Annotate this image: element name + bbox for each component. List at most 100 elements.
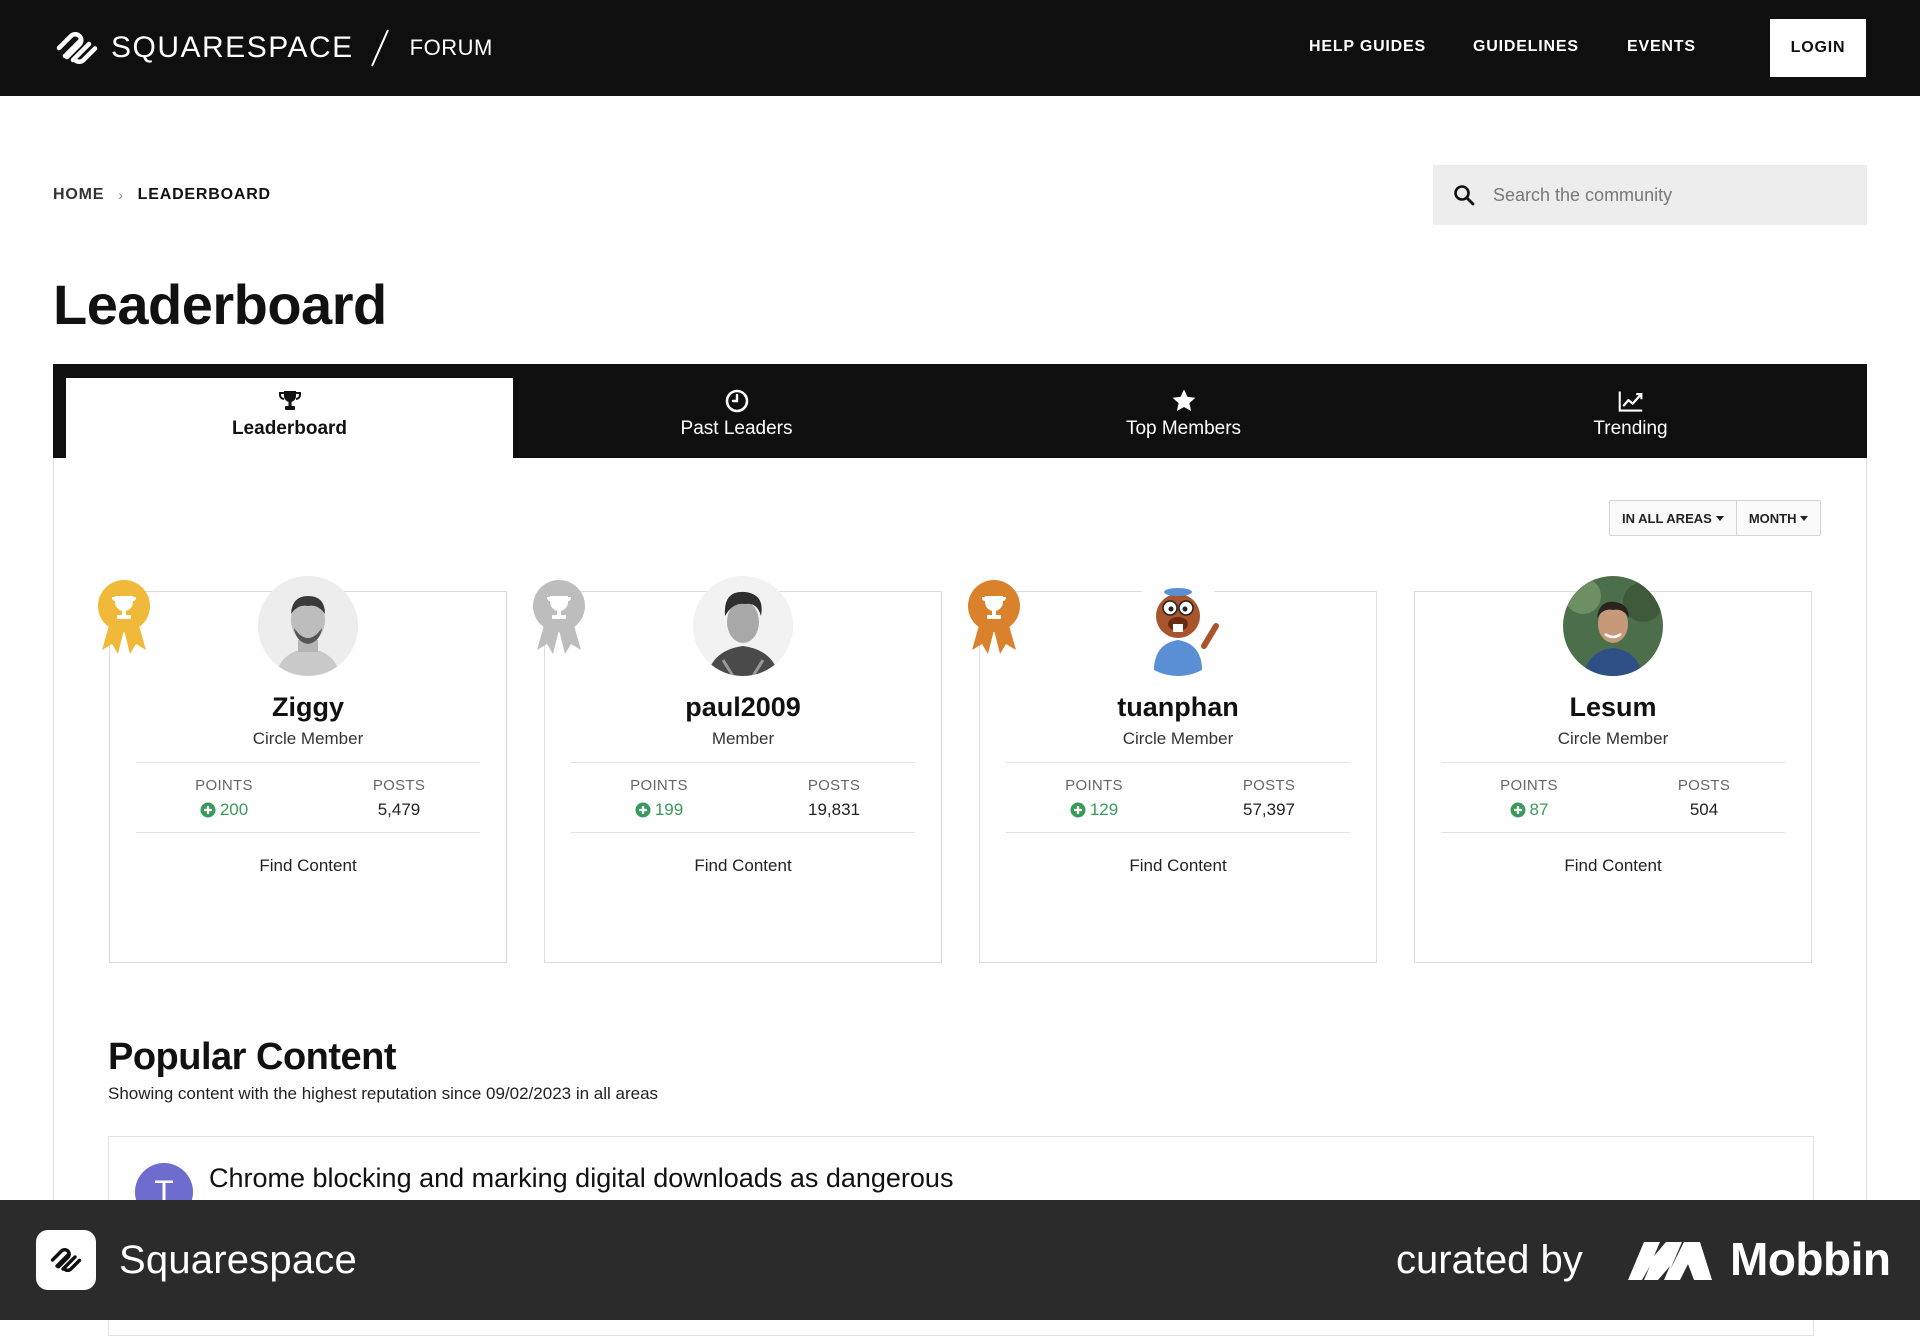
- divider: [1441, 832, 1785, 833]
- posts-value: 57,397: [1243, 800, 1295, 819]
- period-filter-dropdown[interactable]: MONTH: [1735, 501, 1821, 535]
- find-content-link[interactable]: Find Content: [980, 856, 1376, 876]
- divider: [136, 832, 480, 833]
- divider: [1441, 762, 1785, 763]
- gold-medal-icon: [98, 580, 150, 654]
- points-label: POINTS: [1065, 777, 1123, 794]
- tab-label: Top Members: [1125, 418, 1242, 439]
- posts-label: POSTS: [807, 777, 861, 794]
- tab-top-members[interactable]: Top Members: [960, 378, 1407, 458]
- area-filter-label: IN ALL AREAS: [1622, 510, 1712, 526]
- mobbin-logo-icon: [1628, 1242, 1712, 1280]
- divider: [571, 762, 915, 763]
- divider: [571, 832, 915, 833]
- member-name[interactable]: Lesum: [1415, 692, 1811, 723]
- posts-value: 5,479: [377, 800, 421, 819]
- avatar[interactable]: [1563, 576, 1663, 676]
- leader-card: tuanphan Circle Member POINTS 129 POSTS …: [968, 576, 1377, 963]
- avatar-image: [258, 576, 358, 676]
- divider: [136, 762, 480, 763]
- silver-medal-icon: [533, 580, 585, 654]
- plus-circle-icon: [1070, 802, 1086, 818]
- trending-chart-icon: [1618, 391, 1642, 412]
- tab-trending[interactable]: Trending: [1407, 378, 1854, 458]
- avatar[interactable]: [693, 576, 793, 676]
- points-stat: POINTS 199: [589, 777, 729, 820]
- mobbin-wordmark: Mobbin: [1730, 1233, 1891, 1285]
- member-role: Member: [711, 729, 775, 748]
- leader-card: paul2009 Member POINTS 199 POSTS 19,831 …: [533, 576, 942, 963]
- member-name[interactable]: tuanphan: [980, 692, 1376, 723]
- points-label: POINTS: [630, 777, 688, 794]
- avatar[interactable]: [1128, 576, 1228, 676]
- member-name[interactable]: Ziggy: [110, 692, 506, 723]
- points-stat: POINTS 129: [1024, 777, 1164, 820]
- avatar-image: [693, 576, 793, 676]
- avatar[interactable]: [258, 576, 358, 676]
- bronze-medal-icon: [968, 580, 1020, 654]
- leaderboard-tabs: Leaderboard Past Leaders Top Members Tre…: [53, 364, 1867, 458]
- tab-label: Past Leaders: [680, 418, 793, 439]
- star-icon: [1172, 389, 1195, 411]
- leader-card: Ziggy Circle Member POINTS 200 POSTS 5,4…: [98, 576, 507, 963]
- curated-footer-bar: Squarespace curated by Mobbin: [0, 1200, 1920, 1320]
- squarespace-app-icon: [36, 1230, 96, 1290]
- popular-content-subtitle: Showing content with the highest reputat…: [108, 1084, 659, 1103]
- nav-guidelines[interactable]: GUIDELINES: [1473, 38, 1579, 56]
- points-value: 129: [1089, 800, 1119, 819]
- plus-circle-icon: [1510, 802, 1526, 818]
- member-role: Circle Member: [1122, 729, 1234, 748]
- login-button[interactable]: LOGIN: [1770, 19, 1866, 77]
- area-filter-dropdown[interactable]: IN ALL AREAS: [1610, 501, 1736, 535]
- points-label: POINTS: [1500, 777, 1558, 794]
- nav-events[interactable]: EVENTS: [1627, 38, 1696, 56]
- forum-label: FORUM: [409, 35, 493, 60]
- tab-label: Trending: [1593, 418, 1668, 439]
- divider: [1006, 832, 1350, 833]
- leaderboard-panel: IN ALL AREAS MONTH Ziggy Circle Member P…: [53, 458, 1867, 1336]
- leader-card: Lesum Circle Member POINTS 87 POSTS 504 …: [1414, 576, 1812, 963]
- breadcrumb-home[interactable]: HOME: [53, 186, 104, 204]
- search-box: [1433, 165, 1867, 225]
- nav-help-guides[interactable]: HELP GUIDES: [1309, 38, 1426, 56]
- plus-circle-icon: [635, 802, 651, 818]
- chevron-right-icon: ›: [118, 187, 124, 203]
- squarespace-logo[interactable]: SQUARESPACE FORUM: [53, 28, 493, 68]
- search-input[interactable]: [1493, 184, 1853, 206]
- curated-by-label: curated by: [1396, 1238, 1583, 1282]
- posts-stat: POSTS 5,479: [329, 777, 469, 820]
- member-name[interactable]: paul2009: [545, 692, 941, 723]
- slash-divider: [370, 29, 389, 67]
- posts-stat: POSTS 504: [1634, 777, 1774, 820]
- filter-group: IN ALL AREAS MONTH: [1609, 500, 1822, 536]
- tab-past-leaders[interactable]: Past Leaders: [513, 378, 960, 458]
- squarespace-logo-icon: [50, 1248, 82, 1272]
- post-title-link[interactable]: Chrome blocking and marking digital down…: [209, 1163, 953, 1194]
- find-content-link[interactable]: Find Content: [1415, 856, 1811, 876]
- find-content-link[interactable]: Find Content: [545, 856, 941, 876]
- posts-label: POSTS: [372, 777, 426, 794]
- tab-leaderboard[interactable]: Leaderboard: [66, 378, 513, 458]
- avatar-image: [1563, 576, 1663, 676]
- points-value: 87: [1529, 800, 1549, 819]
- member-role: Circle Member: [252, 729, 364, 748]
- beaver-mascot-image: [1128, 576, 1228, 676]
- brand-wordmark: SQUARESPACE: [111, 31, 354, 64]
- app-name: Squarespace: [119, 1238, 357, 1282]
- find-content-link[interactable]: Find Content: [110, 856, 506, 876]
- caret-down-icon: [1800, 515, 1809, 521]
- member-role: Circle Member: [1557, 729, 1669, 748]
- plus-circle-icon: [200, 802, 216, 818]
- posts-stat: POSTS 57,397: [1199, 777, 1339, 820]
- popular-content-heading: Popular Content: [108, 1036, 397, 1078]
- points-value: 200: [219, 800, 249, 819]
- squarespace-logo-icon: [56, 32, 98, 64]
- posts-label: POSTS: [1677, 777, 1731, 794]
- posts-value: 19,831: [808, 800, 860, 819]
- period-filter-label: MONTH: [1748, 510, 1797, 526]
- divider: [1006, 762, 1350, 763]
- clock-icon: [725, 389, 748, 413]
- top-navigation-bar: SQUARESPACE FORUM HELP GUIDES GUIDELINES…: [0, 0, 1920, 96]
- tab-label: Leaderboard: [231, 418, 348, 439]
- breadcrumb: HOME › LEADERBOARD: [53, 186, 271, 204]
